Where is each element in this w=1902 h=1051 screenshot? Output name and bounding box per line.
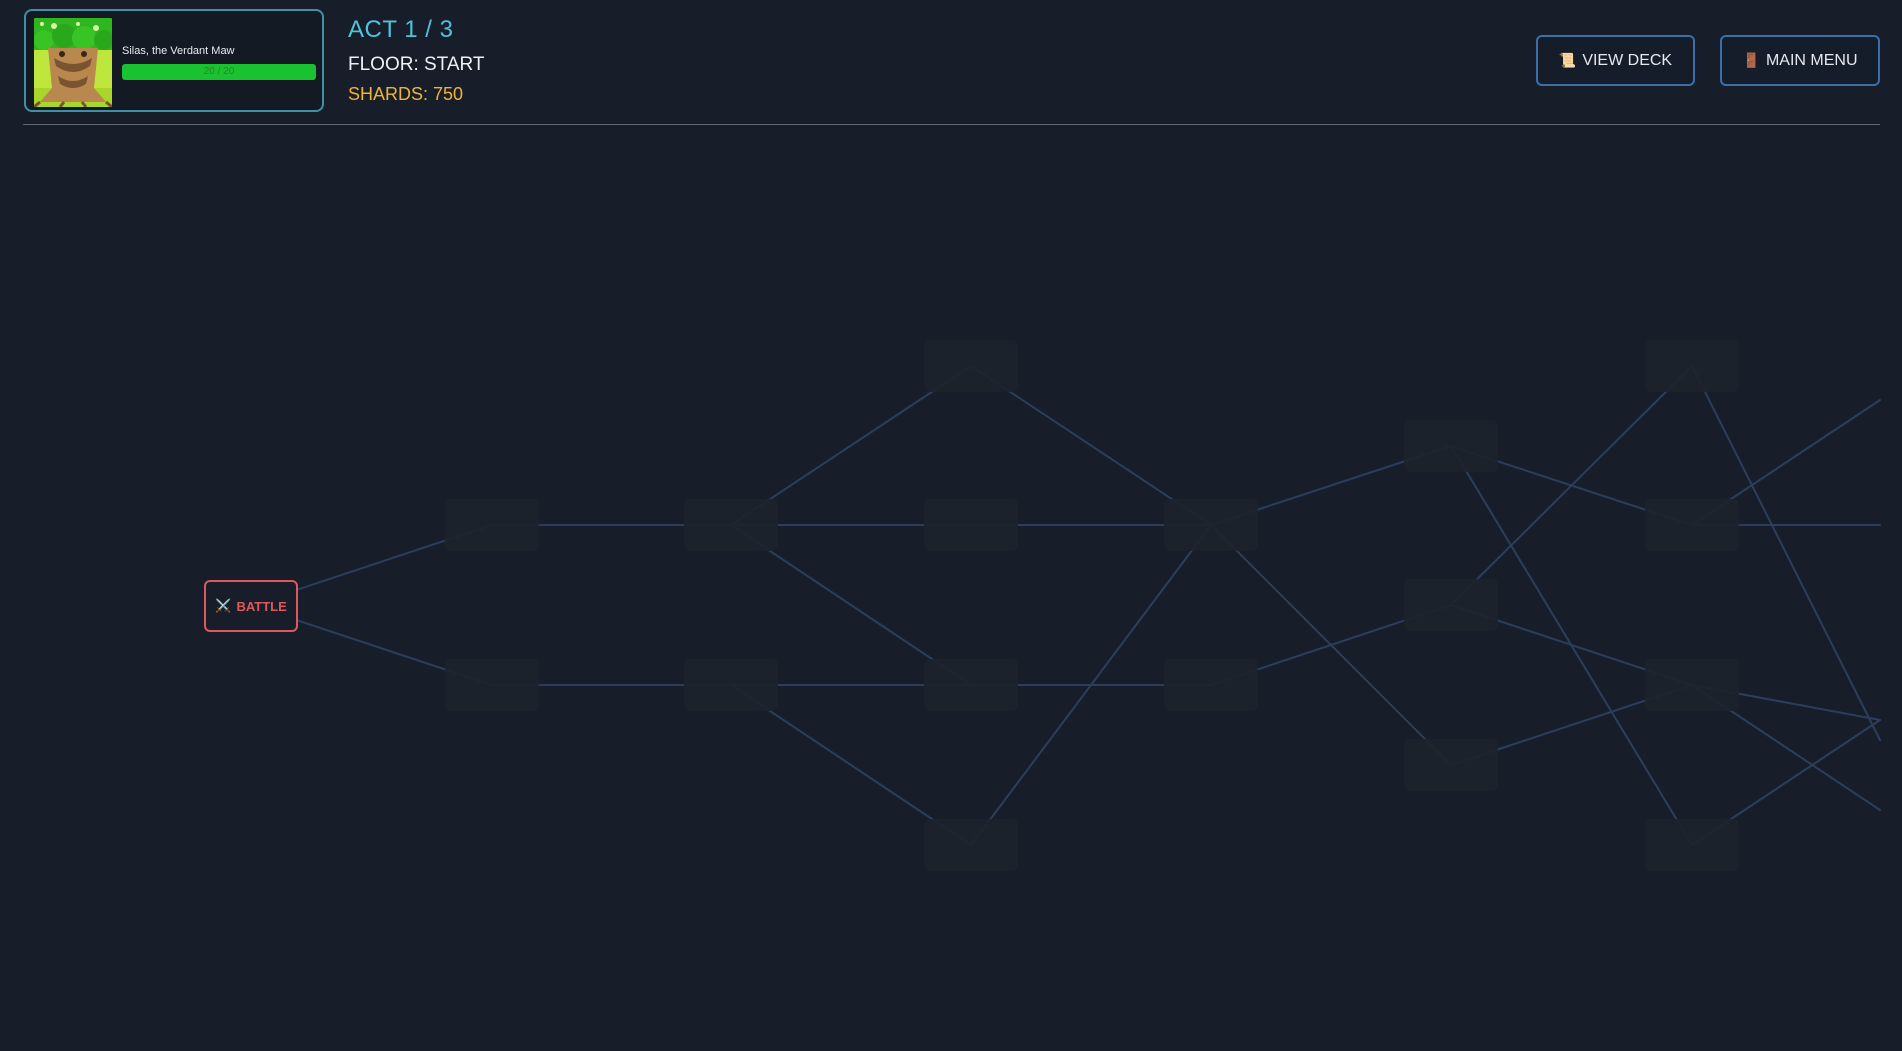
map-node-locked (1164, 659, 1258, 711)
start-battle-node[interactable]: ⚔️ BATTLE (204, 580, 298, 632)
floor-indicator: FLOOR: START (348, 54, 485, 75)
map-node-locked (1645, 819, 1739, 871)
map-node-locked (1404, 579, 1498, 631)
hp-text: 20 / 20 (203, 66, 235, 77)
map-node-locked (924, 819, 1018, 871)
hero-portrait (34, 18, 112, 107)
map-node-locked (1645, 340, 1739, 392)
header-divider (23, 124, 1880, 125)
door-icon: 🚪 (1742, 52, 1760, 68)
main-menu-label: MAIN MENU (1765, 51, 1858, 69)
map-node-locked (1404, 739, 1498, 791)
view-deck-label: VIEW DECK (1582, 51, 1673, 69)
main-menu-button[interactable]: 🚪 MAIN MENU (1720, 35, 1880, 86)
map-path (730, 365, 1881, 811)
start-node-label: BATTLE (236, 598, 287, 614)
hp-bar: 20 / 20 (122, 64, 316, 80)
scroll-icon: 📜 (1558, 52, 1577, 68)
map-node-locked (445, 659, 539, 711)
act-indicator: ACT 1 / 3 (348, 16, 454, 43)
map-node-locked (1645, 659, 1739, 711)
view-deck-button[interactable]: 📜 VIEW DECK (1536, 35, 1695, 86)
shards-counter: SHARDS: 750 (348, 84, 464, 104)
map-node-locked (684, 499, 778, 551)
map-node-locked (924, 499, 1018, 551)
hero-card: Silas, the Verdant Maw 20 / 20 (24, 9, 324, 112)
map-node-locked (445, 499, 539, 551)
map-node-locked (1404, 420, 1498, 472)
hero-name: Silas, the Verdant Maw (122, 45, 235, 57)
map-node-locked (924, 340, 1018, 392)
map-node-locked (1645, 499, 1739, 551)
map-node-locked (684, 659, 778, 711)
map-node-locked (924, 659, 1018, 711)
map-node-locked (1164, 499, 1258, 551)
crossed-swords-icon: ⚔️ (215, 598, 232, 613)
map-screen: Silas, the Verdant Maw 20 / 20 ACT 1 / 3… (0, 0, 1902, 1051)
